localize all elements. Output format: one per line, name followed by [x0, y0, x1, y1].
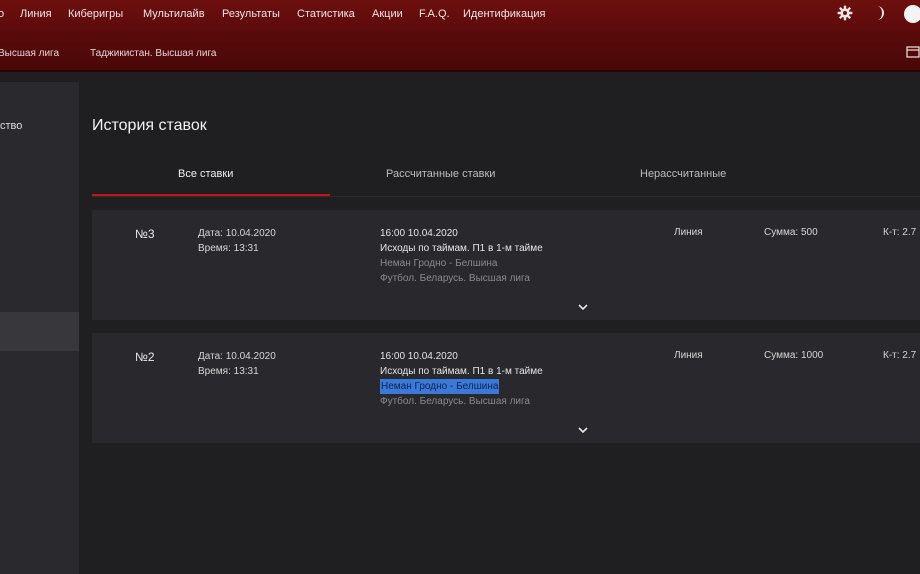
bet-number: №3 — [135, 227, 155, 241]
bet-type: Линия — [674, 350, 703, 361]
sidebar: ство — [0, 82, 79, 574]
nav-item-statistics[interactable]: Статистика — [297, 8, 355, 20]
bet-tabs: Все ставки Рассчитанные ставки Нерассчит… — [92, 160, 920, 197]
avatar-icon[interactable] — [904, 5, 920, 23]
nav-item-results[interactable]: Результаты — [222, 8, 280, 20]
event-time: 16:00 10.04.2020 — [380, 228, 458, 239]
bet-card[interactable]: №2 Дата: 10.04.2020 Время: 13:31 16:00 1… — [92, 333, 920, 443]
nav-item-identification[interactable]: Идентификация — [463, 8, 545, 20]
bet-type: Линия — [674, 227, 703, 238]
bet-time: Время: 13:31 — [198, 243, 259, 254]
bet-time: Время: 13:31 — [198, 366, 259, 377]
bet-sum: Сумма: 500 — [764, 227, 818, 238]
chevron-down-icon[interactable] — [576, 302, 590, 312]
match-name-selected: Неман Гродно - Белшина — [380, 379, 500, 394]
tab-unsettled-bets[interactable]: Нерассчитанные — [640, 168, 726, 180]
chevron-down-icon[interactable] — [576, 425, 590, 435]
nav-item-multilive[interactable]: Мультилайв — [143, 8, 205, 20]
tab-all-bets[interactable]: Все ставки — [178, 168, 233, 180]
sidebar-item-active[interactable] — [0, 312, 79, 351]
subnav-item-tajikistan-league[interactable]: Таджикистан. Высшая лига — [90, 48, 216, 59]
top-navigation: о Линия Киберигры Мультилайв Результаты … — [0, 0, 920, 30]
expand-icon[interactable] — [906, 46, 920, 58]
bet-coefficient: К-т: 2.7 — [883, 350, 917, 361]
bet-market: Исходы по таймам. П1 в 1-м тайме — [380, 243, 543, 254]
bet-sum: Сумма: 1000 — [764, 350, 824, 361]
subnav-item-top-league[interactable]: Высшая лига — [0, 48, 59, 59]
bet-date: Дата: 10.04.2020 — [198, 228, 276, 239]
page-title: История ставок — [92, 117, 207, 134]
league-name: Футбол. Беларусь. Высшая лига — [380, 396, 530, 407]
bet-coefficient: К-т: 2.7 — [883, 227, 917, 238]
tab-settled-bets[interactable]: Рассчитанные ставки — [386, 168, 495, 180]
bet-meta: Дата: 10.04.2020 Время: 13:31 — [198, 226, 276, 256]
active-tab-indicator — [92, 194, 330, 196]
bet-number: №2 — [135, 350, 155, 364]
bet-market: Исходы по таймам. П1 в 1-м тайме — [380, 366, 543, 377]
bet-meta: Дата: 10.04.2020 Время: 13:31 — [198, 349, 276, 379]
gear-icon[interactable] — [837, 5, 853, 21]
nav-item-line[interactable]: Линия — [20, 8, 52, 20]
nav-item-partial[interactable]: о — [0, 8, 4, 20]
bet-card[interactable]: №3 Дата: 10.04.2020 Время: 13:31 16:00 1… — [92, 210, 920, 320]
sidebar-item-label[interactable]: ство — [0, 120, 22, 132]
event-time: 16:00 10.04.2020 — [380, 351, 458, 362]
match-name: Неман Гродно - Белшина — [380, 258, 498, 269]
nav-item-faq[interactable]: F.A.Q. — [419, 8, 450, 20]
bet-date: Дата: 10.04.2020 — [198, 351, 276, 362]
nav-item-promotions[interactable]: Акции — [372, 8, 403, 20]
bet-details: 16:00 10.04.2020 Исходы по таймам. П1 в … — [380, 349, 640, 409]
league-name: Футбол. Беларусь. Высшая лига — [380, 273, 530, 284]
nav-item-cybergames[interactable]: Киберигры — [68, 8, 123, 20]
sub-navigation: Высшая лига Таджикистан. Высшая лига — [0, 30, 920, 72]
bet-details: 16:00 10.04.2020 Исходы по таймам. П1 в … — [380, 226, 640, 286]
moon-icon[interactable] — [872, 5, 886, 21]
